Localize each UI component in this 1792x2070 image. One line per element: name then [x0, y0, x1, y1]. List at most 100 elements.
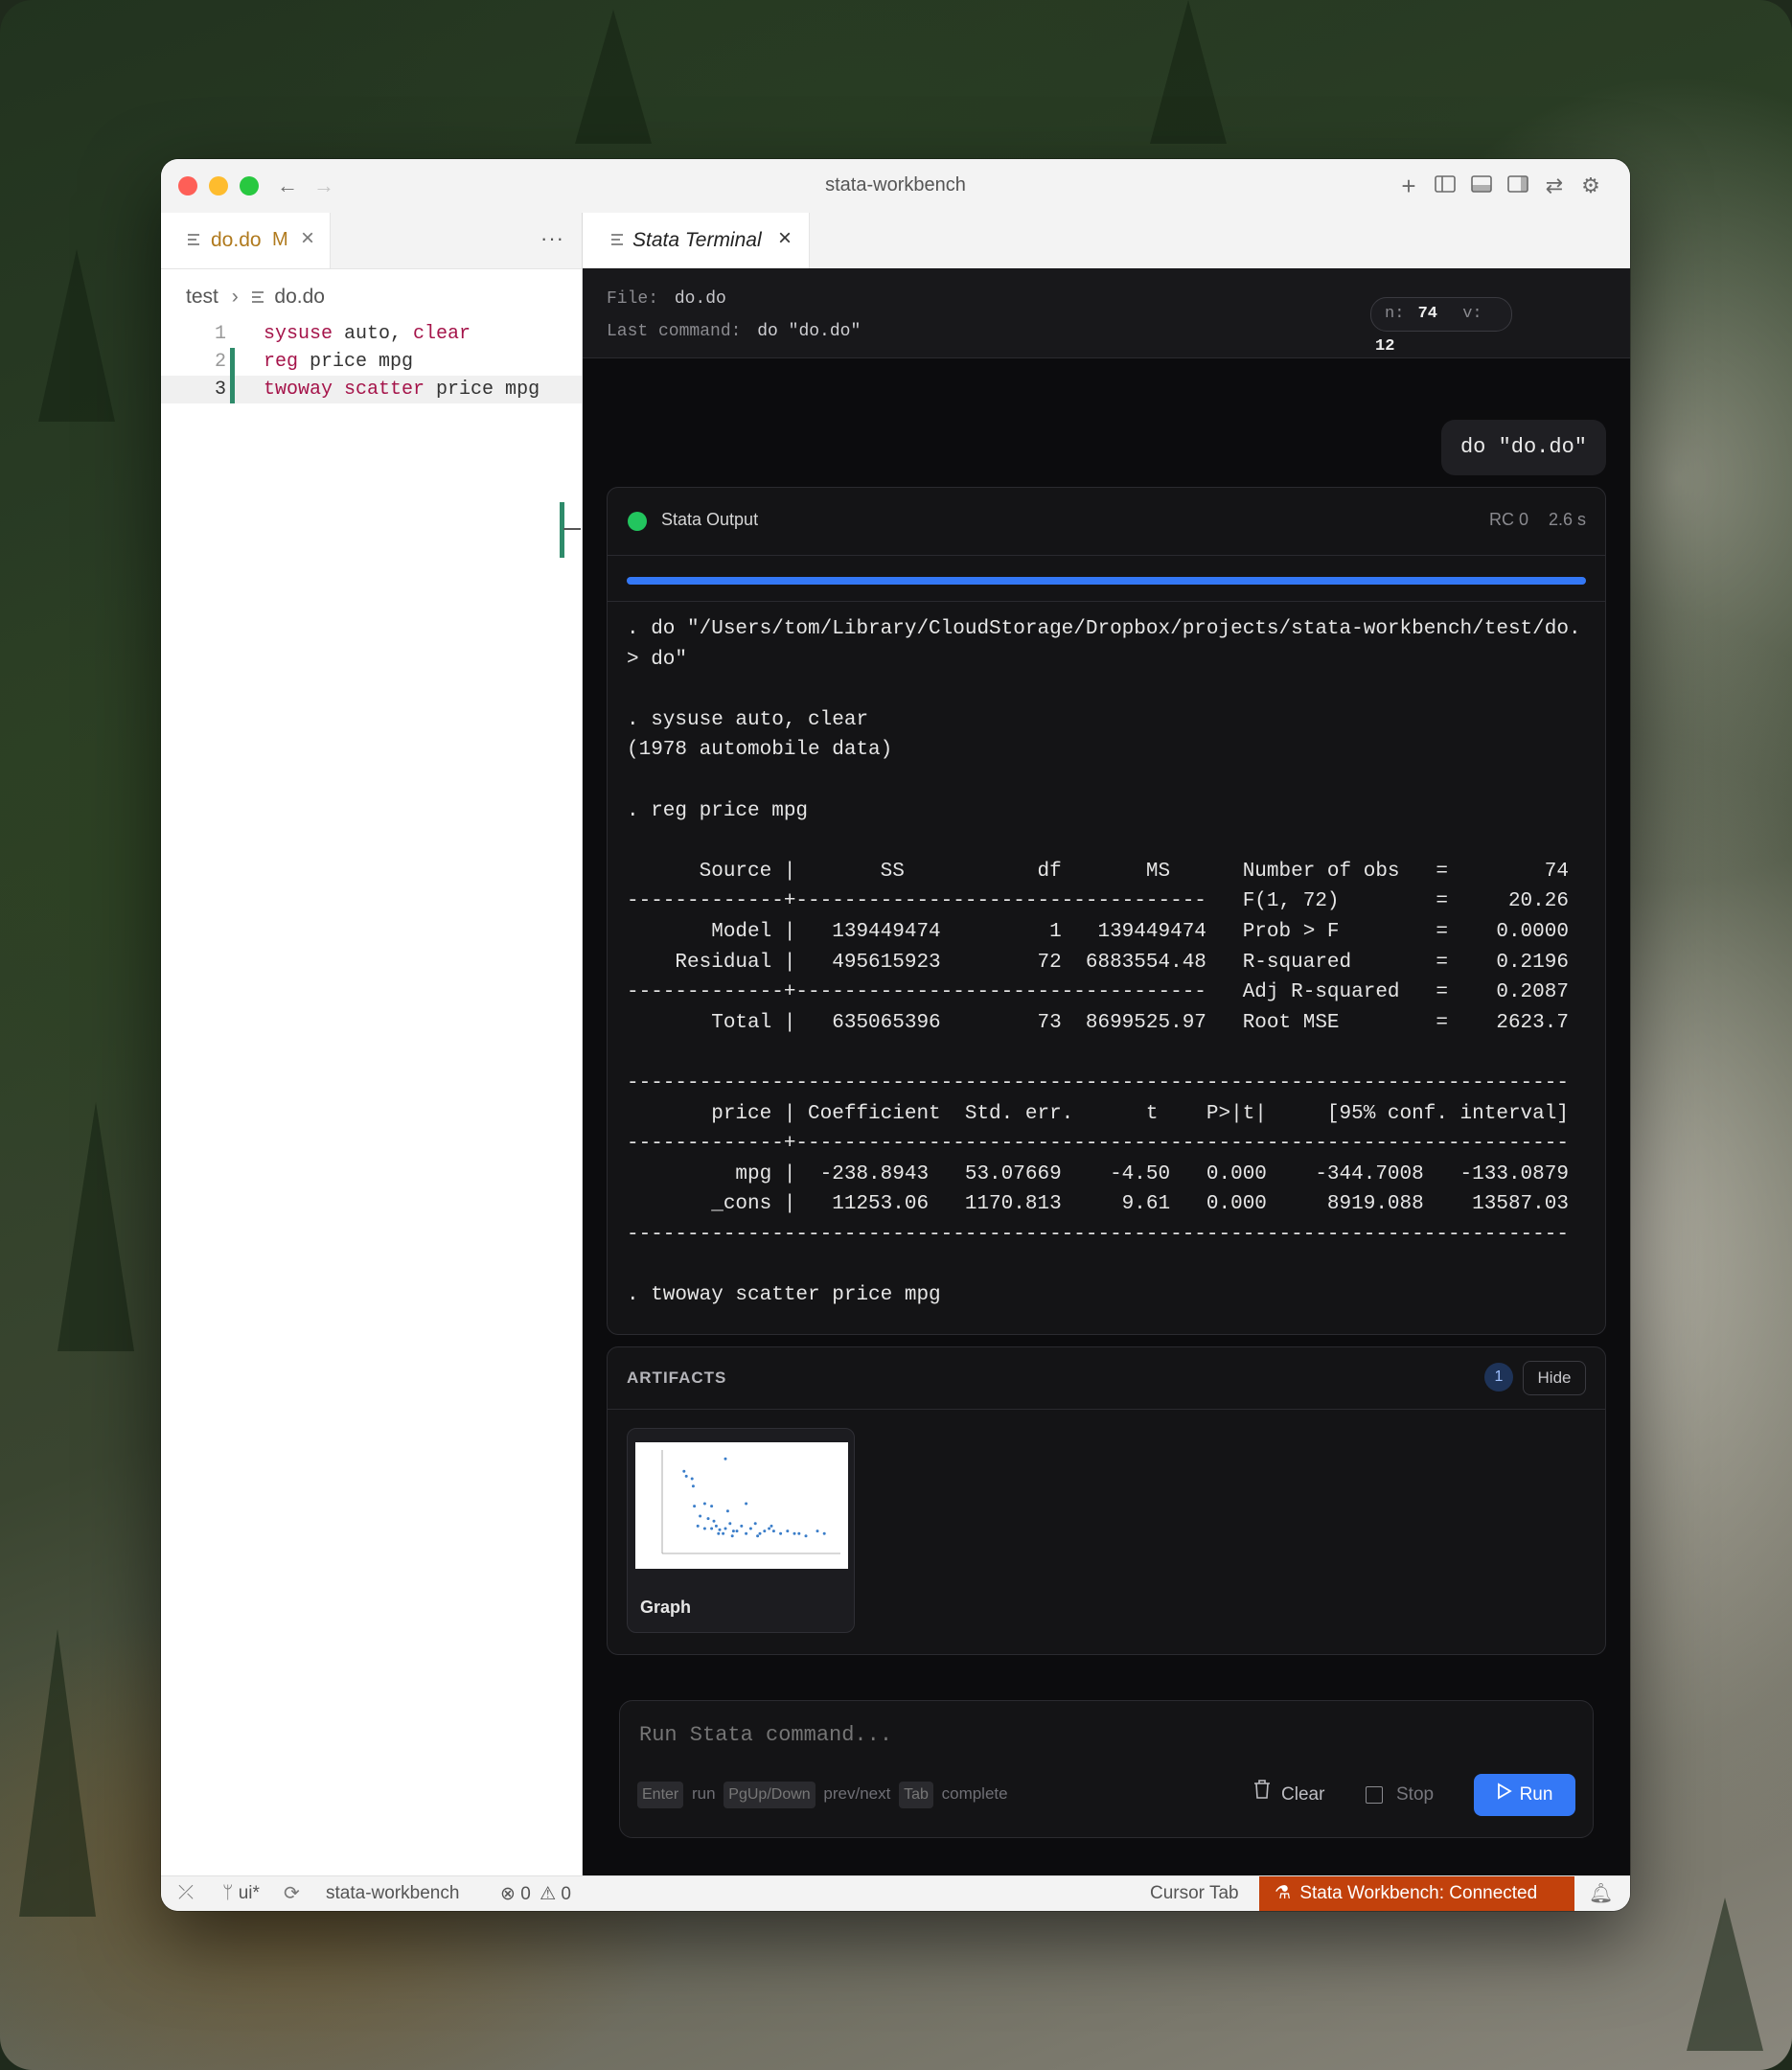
error-icon: ⊗: [500, 1884, 516, 1904]
code-line[interactable]: 1 sysuse auto, clear: [161, 320, 582, 348]
artifact-graph-tile[interactable]: Graph: [627, 1428, 855, 1633]
artifacts-count-badge: 1: [1484, 1363, 1513, 1392]
scrollbar-change-marker: [560, 502, 564, 558]
file-value: do.do: [674, 289, 726, 309]
tab-do-do[interactable]: do.do M ×: [161, 213, 331, 268]
thumbnail-point: [724, 1527, 727, 1530]
thumbnail-point: [684, 1474, 688, 1478]
line-number: 2: [214, 351, 226, 373]
thumbnail-point: [771, 1530, 775, 1533]
hint-key-enter: Enter: [637, 1782, 684, 1808]
close-tab-icon[interactable]: ×: [301, 225, 314, 252]
new-tab-icon[interactable]: +: [1395, 172, 1422, 199]
file-info: File: do.do: [607, 289, 726, 309]
scatter-thumbnail-svg: [661, 1450, 840, 1554]
cursor-ruler-marker: [563, 528, 581, 530]
sync-icon[interactable]: ⟳: [284, 1881, 300, 1905]
notifications-bell-icon[interactable]: 🔔︎: [1589, 1881, 1613, 1905]
wallpaper-tree: [19, 1629, 96, 1917]
code-editor[interactable]: 1 sysuse auto, clear 2 reg price mpg 3 twoway…: [161, 320, 582, 403]
stop-square-icon: [1366, 1785, 1383, 1804]
code-line[interactable]: 3 twoway scatter price mpg: [161, 376, 582, 403]
thumbnail-point: [822, 1531, 826, 1535]
thumbnail-point: [786, 1530, 790, 1533]
thumbnail-point: [690, 1477, 694, 1481]
thumbnail-point: [725, 1509, 729, 1513]
thumbnail-point: [714, 1524, 718, 1528]
v-label: v:: [1462, 305, 1482, 323]
line-content: sysuse auto, clear: [264, 323, 471, 345]
file-icon: [188, 233, 199, 247]
connection-status[interactable]: ⚗ Stata Workbench: Connected: [1259, 1876, 1574, 1911]
stata-output-card: Stata Output RC 0 2.6 s . do "/Users/tom…: [607, 487, 1606, 1335]
project-name[interactable]: stata-workbench: [326, 1883, 459, 1904]
stop-button[interactable]: Stop: [1366, 1774, 1434, 1816]
thumbnail-point: [691, 1484, 695, 1488]
dataset-dims-badge: n: 74 v: 12: [1370, 297, 1512, 356]
toggle-sidebar-icon[interactable]: [1432, 172, 1459, 199]
more-actions-icon[interactable]: ···: [540, 226, 564, 251]
code-line[interactable]: 2 reg price mpg: [161, 348, 582, 376]
thumbnail-point: [731, 1530, 735, 1533]
thumbnail-point: [797, 1531, 801, 1535]
editor-tab-bar: do.do M × ···: [161, 213, 582, 269]
artifacts-header: ARTIFACTS 1 Hide: [608, 1347, 1605, 1410]
line-number: 3: [214, 379, 226, 401]
thumbnail-point: [763, 1530, 767, 1533]
n-value: 74: [1417, 305, 1438, 323]
thumbnail-point: [770, 1524, 773, 1528]
hide-artifacts-button[interactable]: Hide: [1523, 1361, 1586, 1395]
artifact-label: Graph: [640, 1598, 692, 1617]
v-value: 12: [1375, 337, 1395, 356]
thumbnail-point: [728, 1522, 732, 1526]
error-count: 0: [520, 1884, 531, 1904]
cursor-tab-item[interactable]: Cursor Tab: [1150, 1883, 1239, 1904]
user-command-bubble: do "do.do": [1440, 420, 1606, 475]
thumbnail-point: [745, 1502, 748, 1506]
wallpaper-tree: [575, 10, 652, 144]
settings-gear-icon[interactable]: ⚙: [1577, 172, 1604, 199]
hint-key-pgupdown: PgUp/Down: [724, 1782, 816, 1808]
git-branch-item[interactable]: ᛘ ui*: [222, 1883, 260, 1904]
stop-label: Stop: [1396, 1784, 1435, 1805]
thumbnail-point: [710, 1505, 714, 1508]
breadcrumb-folder[interactable]: test: [186, 286, 218, 308]
line-number: 1: [214, 323, 226, 345]
thumbnail-point: [768, 1527, 771, 1530]
output-card-header: Stata Output RC 0 2.6 s: [608, 488, 1605, 556]
thumbnail-point: [712, 1519, 716, 1523]
clear-button[interactable]: Clear: [1252, 1774, 1324, 1816]
thumbnail-point: [793, 1531, 796, 1535]
close-tab-icon[interactable]: ×: [778, 225, 792, 252]
progress-track: [627, 577, 1586, 585]
tab-stata-terminal[interactable]: Stata Terminal ×: [583, 213, 810, 268]
last-command-label: Last command:: [607, 322, 742, 341]
keyboard-hints: Enter run PgUp/Down prev/next Tab comple…: [637, 1782, 1012, 1808]
remote-icon[interactable]: ⤫: [178, 1882, 194, 1904]
terminal-tab-bar: Stata Terminal × ···: [583, 213, 1630, 269]
problems-item[interactable]: ⊗ 0 ⚠ 0: [500, 1883, 571, 1905]
title-bar: ← → stata-workbench + ⇄ ⚙: [161, 159, 1630, 214]
swap-icon[interactable]: ⇄: [1541, 172, 1568, 199]
thumbnail-point: [816, 1530, 819, 1533]
terminal-tab-label: Stata Terminal: [632, 229, 762, 251]
output-title: Stata Output: [661, 510, 759, 529]
hint-desc-run: run: [691, 1784, 716, 1803]
editor-pane: do.do M × ··· test › do.do 1 sysuse auto,…: [161, 213, 583, 1876]
artifacts-title: ARTIFACTS: [627, 1368, 727, 1387]
breadcrumb-file[interactable]: do.do: [274, 286, 325, 308]
chevron-right-icon: ›: [231, 286, 239, 308]
thumbnail-point: [696, 1524, 700, 1528]
run-label: Run: [1519, 1784, 1553, 1806]
git-branch-icon: ᛘ: [222, 1883, 234, 1903]
modified-line-indicator: [230, 376, 235, 403]
line-content: twoway scatter price mpg: [264, 379, 540, 401]
command-input[interactable]: [637, 1714, 1504, 1755]
clear-label: Clear: [1281, 1784, 1325, 1806]
toggle-secondary-sidebar-icon[interactable]: [1505, 172, 1531, 199]
terminal-pane: Stata Terminal × ··· File: do.do Last co…: [583, 213, 1630, 1876]
toggle-panel-icon[interactable]: [1468, 172, 1495, 199]
thumbnail-point: [706, 1517, 710, 1521]
run-button[interactable]: Run: [1474, 1774, 1575, 1816]
file-label: File:: [607, 289, 659, 309]
